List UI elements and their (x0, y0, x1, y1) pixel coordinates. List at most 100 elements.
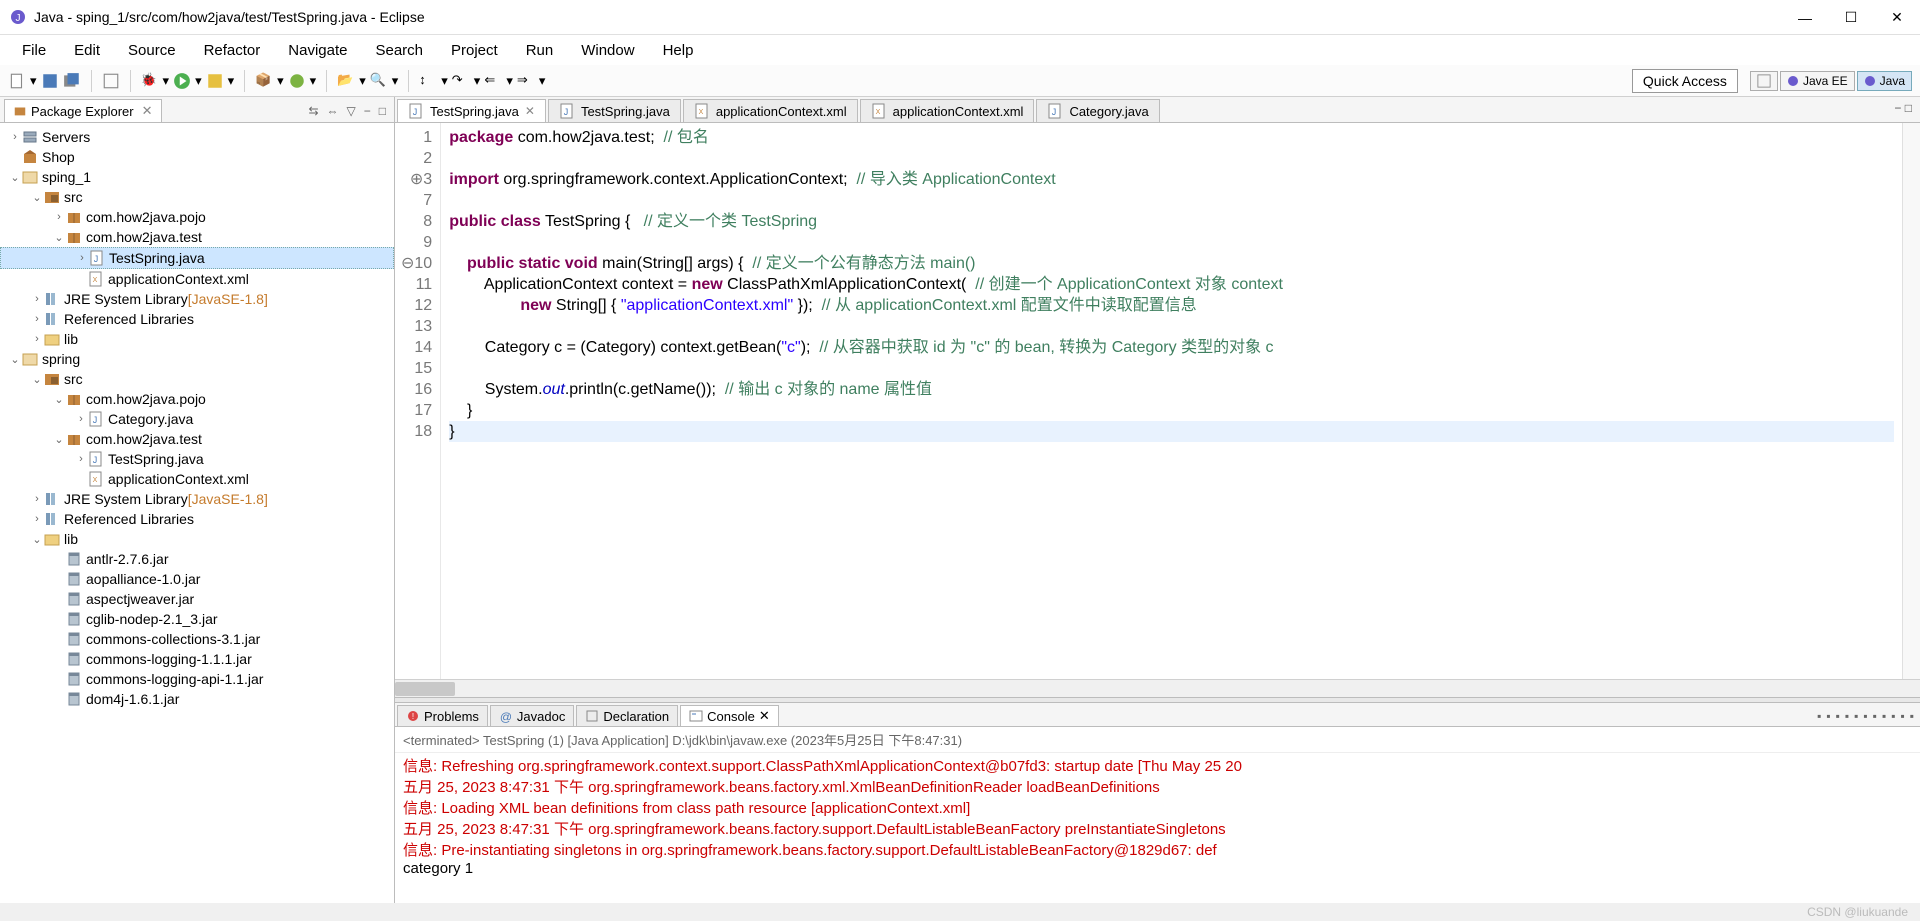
twistie-icon[interactable]: › (8, 131, 22, 143)
package-explorer-tab[interactable]: Package Explorer ✕ (4, 99, 162, 122)
menu-run[interactable]: Run (512, 38, 568, 63)
clear-icon[interactable]: ▪ (1845, 709, 1849, 723)
scroll-lock-icon[interactable]: ▪ (1854, 709, 1858, 723)
new-class-icon[interactable] (288, 72, 306, 90)
twistie-icon[interactable]: ⌄ (52, 393, 66, 406)
twistie-icon[interactable]: ⌄ (30, 191, 44, 204)
terminate-icon[interactable]: ▪ (1817, 709, 1821, 723)
close-icon[interactable]: ✕ (525, 104, 535, 118)
saveall-icon[interactable] (63, 72, 81, 90)
editor-tab[interactable]: XapplicationContext.xml (860, 99, 1035, 122)
menu-source[interactable]: Source (114, 38, 190, 63)
close-icon[interactable]: ✕ (142, 103, 153, 119)
twistie-icon[interactable]: ⌄ (30, 533, 44, 546)
new-icon[interactable] (8, 72, 26, 90)
tree-node[interactable]: ⌄com.how2java.test (0, 227, 394, 247)
overview-ruler[interactable] (1902, 123, 1920, 679)
menu-file[interactable]: File (8, 38, 60, 63)
tree-node[interactable]: ›JTestSpring.java (0, 449, 394, 469)
twistie-icon[interactable]: ⌄ (8, 171, 22, 184)
console-output[interactable]: 信息: Refreshing org.springframework.conte… (395, 753, 1920, 903)
twistie-icon[interactable]: › (30, 333, 44, 345)
tree-node[interactable]: dom4j-1.6.1.jar (0, 689, 394, 709)
pin-icon[interactable]: ▪ (1873, 709, 1877, 723)
tree-node[interactable]: ›Servers (0, 127, 394, 147)
annotation-icon[interactable]: ↕ (419, 72, 437, 90)
close-icon[interactable]: ✕ (759, 708, 770, 724)
view-tab-console[interactable]: Console ✕ (680, 705, 779, 726)
new-package-icon[interactable]: 📦 (255, 72, 273, 90)
twistie-icon[interactable]: › (52, 211, 66, 223)
editor-hscrollbar[interactable] (395, 679, 1920, 697)
menu-search[interactable]: Search (361, 38, 437, 63)
save-icon[interactable] (41, 72, 59, 90)
next-icon[interactable]: ↷ (452, 72, 470, 90)
code-editor[interactable]: 12⊕3789⊖101112131415161718 package com.h… (395, 123, 1920, 679)
perspective-java-ee[interactable]: Java EE (1780, 71, 1855, 91)
editor-tab[interactable]: JTestSpring.java (548, 99, 681, 122)
tree-node[interactable]: ⌄com.how2java.test (0, 429, 394, 449)
tree-node[interactable]: cglib-nodep-2.1_3.jar (0, 609, 394, 629)
remove-all-icon[interactable]: ▪ (1836, 709, 1840, 723)
twistie-icon[interactable]: › (74, 453, 88, 465)
tree-node[interactable]: Shop (0, 147, 394, 167)
tree-node[interactable]: commons-collections-3.1.jar (0, 629, 394, 649)
view-tab-problems[interactable]: !Problems (397, 705, 488, 726)
tree-node[interactable]: ⌄src (0, 187, 394, 207)
perspective-java[interactable]: Java (1857, 71, 1912, 91)
view-tab-declaration[interactable]: Declaration (576, 705, 678, 726)
minimize-view-icon[interactable]: − (364, 104, 371, 118)
tree-node[interactable]: ›Referenced Libraries (0, 509, 394, 529)
twistie-icon[interactable]: › (30, 293, 44, 305)
tree-node[interactable]: commons-logging-api-1.1.jar (0, 669, 394, 689)
maximize-view-icon[interactable]: □ (1905, 101, 1912, 115)
open-type-icon[interactable]: 📂 (337, 72, 355, 90)
debug-icon[interactable]: 🐞 (141, 72, 159, 90)
open-perspective-button[interactable] (1750, 71, 1778, 91)
tree-node[interactable]: ⌄lib (0, 529, 394, 549)
tree-node[interactable]: antlr-2.7.6.jar (0, 549, 394, 569)
tree-node[interactable]: ⌄spring (0, 349, 394, 369)
tree-node[interactable]: ›JCategory.java (0, 409, 394, 429)
editor-tab[interactable]: JCategory.java (1036, 99, 1159, 122)
package-tree[interactable]: ›ServersShop⌄sping_1⌄src›com.how2java.po… (0, 123, 394, 903)
minimize-view-icon[interactable]: − (1894, 101, 1901, 115)
maximize-view-icon[interactable]: □ (379, 104, 386, 118)
twistie-icon[interactable]: ⌄ (52, 433, 66, 446)
coverage-icon[interactable] (206, 72, 224, 90)
display-icon[interactable]: ▪ (1882, 709, 1886, 723)
wrap-icon[interactable]: ▪ (1863, 709, 1867, 723)
min-icon[interactable]: ▪ (1900, 709, 1904, 723)
tree-node[interactable]: commons-logging-1.1.1.jar (0, 649, 394, 669)
view-tab-javadoc[interactable]: @Javadoc (490, 705, 574, 726)
tree-node[interactable]: ›Referenced Libraries (0, 309, 394, 329)
twistie-icon[interactable]: › (30, 313, 44, 325)
maximize-button[interactable]: ☐ (1828, 0, 1874, 35)
tree-node[interactable]: ⌄src (0, 369, 394, 389)
tree-node[interactable]: ›JRE System Library [JavaSE-1.8] (0, 289, 394, 309)
tree-node[interactable]: ›lib (0, 329, 394, 349)
collapse-all-icon[interactable]: ⇆ (308, 104, 318, 118)
menu-help[interactable]: Help (649, 38, 708, 63)
max-icon[interactable]: ▪ (1910, 709, 1914, 723)
tree-node[interactable]: ›com.how2java.pojo (0, 207, 394, 227)
tree-node[interactable]: ⌄sping_1 (0, 167, 394, 187)
open-console-icon[interactable]: ▪ (1891, 709, 1895, 723)
back-icon[interactable]: ⇐ (484, 72, 502, 90)
run-icon[interactable] (173, 72, 191, 90)
view-menu-icon[interactable]: ▽ (347, 104, 356, 118)
twistie-icon[interactable]: › (75, 252, 89, 264)
remove-launch-icon[interactable]: ▪ (1826, 709, 1830, 723)
editor-tab[interactable]: XapplicationContext.xml (683, 99, 858, 122)
twistie-icon[interactable]: › (30, 513, 44, 525)
menu-project[interactable]: Project (437, 38, 512, 63)
menu-refactor[interactable]: Refactor (190, 38, 275, 63)
editor-tab[interactable]: JTestSpring.java✕ (397, 99, 546, 122)
forward-icon[interactable]: ⇒ (517, 72, 535, 90)
tree-node[interactable]: ⌄com.how2java.pojo (0, 389, 394, 409)
twistie-icon[interactable]: › (74, 413, 88, 425)
twistie-icon[interactable]: ⌄ (30, 373, 44, 386)
close-button[interactable]: ✕ (1874, 0, 1920, 35)
tree-node[interactable]: XapplicationContext.xml (0, 269, 394, 289)
tree-node[interactable]: ›JTestSpring.java (0, 247, 394, 269)
